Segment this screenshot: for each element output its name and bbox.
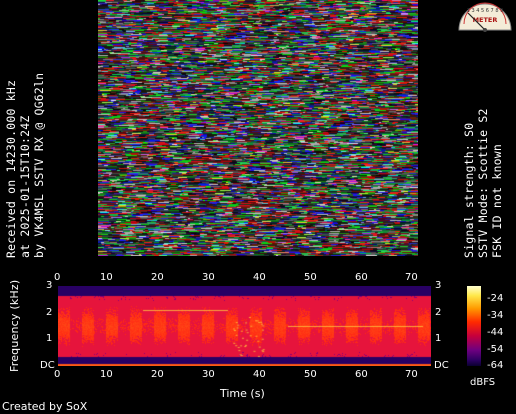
y-axis-label: Frequency (kHz) xyxy=(8,279,21,372)
x-tick-top: 50 xyxy=(304,272,317,283)
y-tick-right: DC xyxy=(434,360,449,371)
y-tick-left: 2 xyxy=(46,307,53,318)
spectrogram-plot xyxy=(58,286,431,366)
y-tick-right: 3 xyxy=(435,280,442,291)
colorbar-tick: -24 xyxy=(487,293,504,304)
sstv-mode: SSTV Mode: Scottie S2 xyxy=(476,108,490,258)
reception-caption: Received on 14230.000 kHz at 2025-01-15T… xyxy=(4,73,46,258)
x-tick-bottom: 70 xyxy=(405,369,418,380)
reception-frequency: Received on 14230.000 kHz xyxy=(4,79,18,258)
y-tick-right: 1 xyxy=(435,333,442,344)
x-tick-top: 30 xyxy=(202,272,215,283)
x-tick-top: 10 xyxy=(100,272,113,283)
x-tick-bottom: 10 xyxy=(100,369,113,380)
meter-label: METER xyxy=(473,16,498,24)
signal-meter-icon: 1 3 4 5 6 7 8 9 METER xyxy=(458,2,512,32)
colorbar-tick: -54 xyxy=(487,344,504,355)
colorbar xyxy=(467,286,481,366)
x-tick-top: 20 xyxy=(151,272,164,283)
reception-station: by VK4MSL SSTV RX @ QG62ln xyxy=(32,72,46,258)
colorbar-tick: -64 xyxy=(487,360,504,371)
reception-time: at 2025-01-15T10:24Z xyxy=(18,115,32,258)
colorbar-tick: -44 xyxy=(487,327,504,338)
x-tick-top: 40 xyxy=(253,272,266,283)
x-tick-bottom: 30 xyxy=(202,369,215,380)
x-tick-bottom: 50 xyxy=(304,369,317,380)
decoded-sstv-image xyxy=(98,0,418,256)
credit-text: Created by SoX xyxy=(2,400,88,413)
x-tick-bottom: 20 xyxy=(151,369,164,380)
x-tick-top: 60 xyxy=(355,272,368,283)
signal-strength: Signal strength: S0 xyxy=(462,122,476,258)
colorbar-tick: -34 xyxy=(487,310,504,321)
y-tick-right: 2 xyxy=(435,307,442,318)
y-tick-left: 3 xyxy=(46,280,53,291)
y-tick-left: DC xyxy=(40,360,55,371)
x-tick-top: 0 xyxy=(54,272,61,283)
x-tick-bottom: 40 xyxy=(253,369,266,380)
x-tick-bottom: 60 xyxy=(355,369,368,380)
spectrogram-canvas xyxy=(58,286,431,366)
y-tick-left: 1 xyxy=(46,333,53,344)
x-axis-label: Time (s) xyxy=(220,387,265,400)
meter-scale-text: 1 3 4 5 6 7 8 9 xyxy=(467,8,504,14)
fsk-id: FSK ID not known xyxy=(490,144,504,258)
signal-caption: Signal strength: S0 SSTV Mode: Scottie S… xyxy=(462,108,504,258)
colorbar-label: dBFS xyxy=(470,377,496,388)
x-tick-top: 70 xyxy=(405,272,418,283)
